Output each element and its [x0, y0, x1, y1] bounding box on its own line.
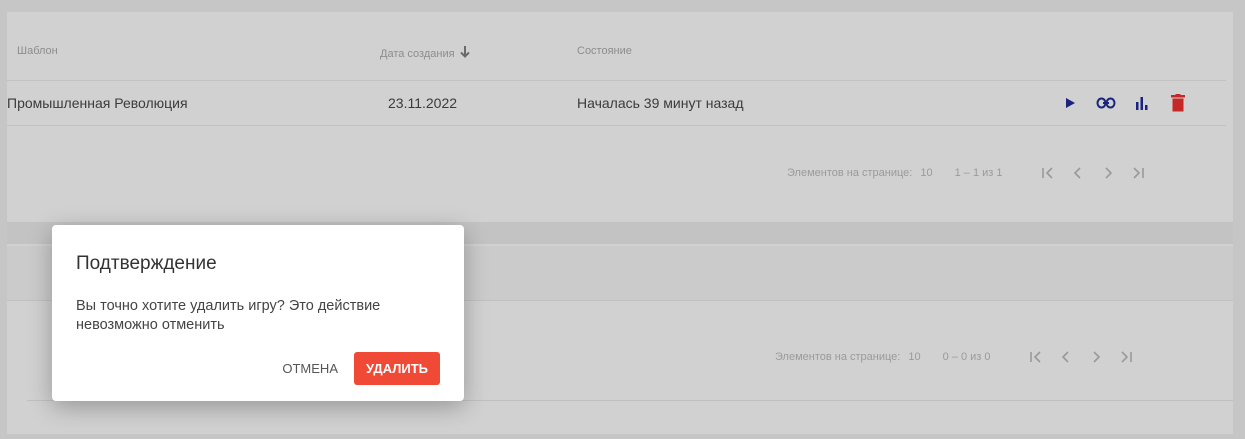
- column-header-date[interactable]: Дата создания: [380, 45, 471, 62]
- items-per-page-select[interactable]: 10: [908, 351, 920, 363]
- play-icon[interactable]: [1059, 92, 1081, 114]
- first-page-icon[interactable]: [1021, 345, 1051, 369]
- paginator-top: Элементов на странице: 10 1 – 1 из 1: [787, 161, 1153, 185]
- link-icon[interactable]: [1095, 92, 1117, 114]
- paginator-bottom: Элементов на странице: 10 0 – 0 из 0: [775, 345, 1141, 369]
- dialog-message: Вы точно хотите удалить игру? Это действ…: [76, 298, 381, 333]
- last-page-icon[interactable]: [1123, 161, 1153, 185]
- last-page-icon[interactable]: [1111, 345, 1141, 369]
- dialog-actions: ОТМЕНА УДАЛИТЬ: [278, 352, 440, 385]
- items-per-page-label: Элементов на странице:: [775, 351, 901, 363]
- confirm-delete-dialog: Подтверждение Вы точно хотите удалить иг…: [52, 225, 464, 401]
- table-header: Шаблон Дата создания Состояние: [7, 12, 1226, 81]
- cancel-button[interactable]: ОТМЕНА: [278, 353, 342, 384]
- items-per-page-select[interactable]: 10: [920, 167, 932, 179]
- row-actions: [1059, 91, 1189, 115]
- prev-page-icon[interactable]: [1063, 161, 1093, 185]
- delete-button[interactable]: УДАЛИТЬ: [354, 352, 440, 385]
- cell-state: Началась 39 минут назад: [577, 95, 744, 111]
- prev-page-icon[interactable]: [1051, 345, 1081, 369]
- column-header-template[interactable]: Шаблон: [17, 45, 58, 57]
- items-per-page-label: Элементов на странице:: [787, 167, 913, 179]
- trash-icon[interactable]: [1167, 92, 1189, 114]
- page: Шаблон Дата создания Состояние Промышлен…: [0, 0, 1245, 439]
- table-row[interactable]: Промышленная Революция 23.11.2022 Начала…: [7, 81, 1226, 126]
- first-page-icon[interactable]: [1033, 161, 1063, 185]
- column-header-date-label: Дата создания: [380, 47, 455, 60]
- page-range-label: 0 – 0 из 0: [942, 351, 991, 363]
- next-page-icon[interactable]: [1093, 161, 1123, 185]
- bar-chart-icon[interactable]: [1131, 92, 1153, 114]
- sort-arrow-down-icon: [459, 45, 471, 62]
- column-header-state[interactable]: Состояние: [577, 45, 632, 57]
- page-range-label: 1 – 1 из 1: [954, 167, 1003, 179]
- cell-date: 23.11.2022: [388, 95, 458, 111]
- dialog-title: Подтверждение: [76, 253, 217, 274]
- next-page-icon[interactable]: [1081, 345, 1111, 369]
- cell-template: Промышленная Революция: [7, 95, 188, 111]
- games-table-card: Шаблон Дата создания Состояние Промышлен…: [7, 12, 1233, 222]
